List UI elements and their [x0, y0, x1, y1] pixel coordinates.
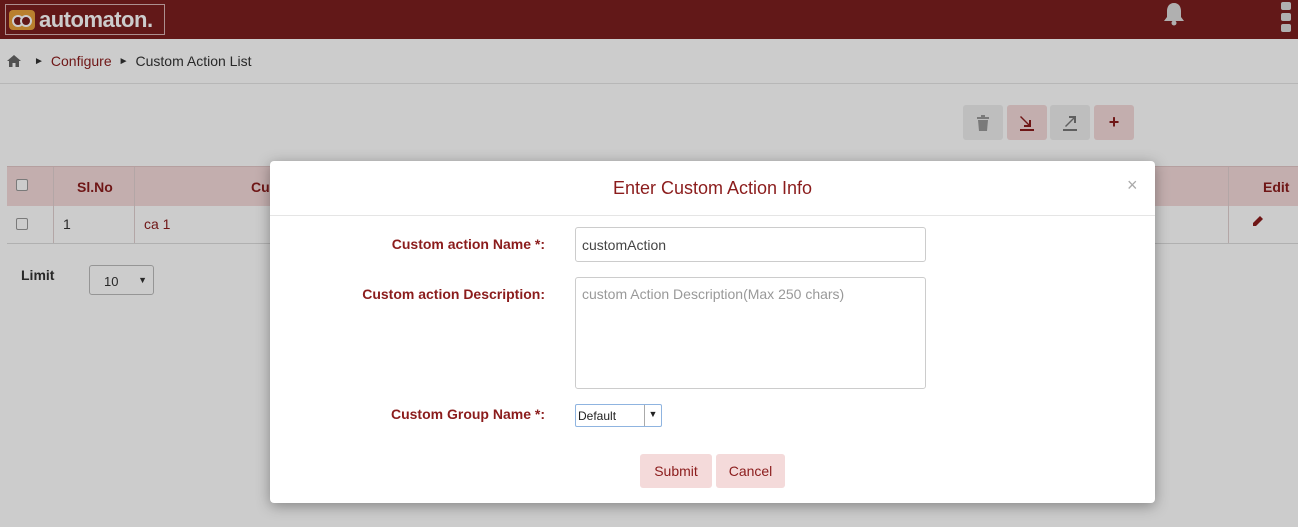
dialog-title: Enter Custom Action Info	[270, 161, 1155, 216]
custom-action-description-textarea[interactable]: custom Action Description(Max 250 chars)	[575, 277, 926, 389]
custom-group-select[interactable]: Default ▼	[575, 404, 662, 427]
description-label: Custom action Description:	[362, 286, 545, 302]
close-icon[interactable]: ×	[1127, 175, 1138, 196]
custom-action-name-input[interactable]: customAction	[575, 227, 926, 262]
name-label: Custom action Name *:	[391, 236, 545, 252]
group-value: Default	[578, 409, 617, 423]
group-label: Custom Group Name *:	[390, 406, 545, 422]
cancel-button[interactable]: Cancel	[716, 454, 785, 488]
chevron-down-icon: ▼	[644, 405, 661, 426]
custom-action-dialog: Enter Custom Action Info × Custom action…	[270, 161, 1155, 503]
submit-button[interactable]: Submit	[640, 454, 712, 488]
